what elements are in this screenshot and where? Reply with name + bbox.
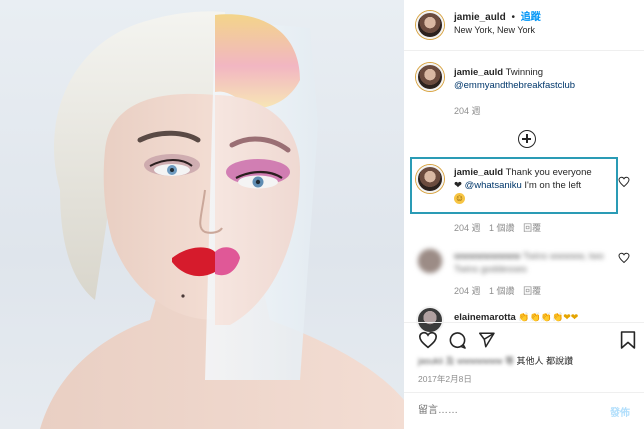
header-separator: • [511,12,515,23]
blurred-comment-heart-icon[interactable] [618,252,630,264]
share-icon[interactable] [477,331,496,349]
highlighted-comment-likes[interactable]: 1 個讚 [489,223,515,233]
highlighted-comment-text: jamie_auld Thank you everyone ❤ @whatsan… [454,166,612,205]
likes-others[interactable]: 其他人 [517,356,544,366]
blurred-comment-body-2: Twins goddesses [454,264,527,275]
actions-divider [404,322,644,323]
highlighted-comment-reply[interactable]: 回覆 [523,223,541,233]
heart-icon[interactable] [418,331,438,349]
follow-button[interactable]: 追蹤 [521,12,541,23]
highlighted-comment-username[interactable]: jamie_auld [454,167,503,178]
caption-username[interactable]: jamie_auld [454,67,503,78]
highlighted-comment-time: 204 週 [454,223,481,233]
post-comment-button[interactable]: 發佈 [610,404,630,419]
comment-icon[interactable] [448,331,467,350]
author-avatar[interactable] [416,11,444,39]
blurred-comment-body: Twins wwwww, two [522,251,604,262]
comment-like-heart-icon[interactable] [618,176,630,188]
liked-by-names[interactable]: jasukii 及 wwwwwww 等 [418,356,514,366]
post-photo[interactable] [0,0,404,429]
smile-emoji: ☺ [454,193,465,204]
caption-text: jamie_auld Twinning @emmyandthebreakfast… [454,66,634,92]
black-heart-glyph: ❤ [454,180,462,191]
caption-mention[interactable]: @emmyandthebreakfastclub [454,80,575,91]
highlighted-comment-mention[interactable]: @whatsaniku [465,180,522,191]
highlighted-comment-avatar[interactable] [416,165,444,193]
input-divider [404,392,644,393]
highlighted-comment-tail: I'm on the left [524,180,582,191]
post-side-panel: jamie_auld • 追蹤 New York, New York jamie… [404,0,644,429]
caption-time: 204 週 [454,106,481,116]
post-location[interactable]: New York, New York [454,25,535,35]
blurred-comment-meta: 204 週 1 個讚 回覆 [454,284,541,297]
post-date: 2017年2月8日 [418,374,472,384]
blurred-comment-likes[interactable]: 1 個讚 [489,286,515,296]
bookmark-icon[interactable] [620,330,636,350]
likes-suffix: 都說讚 [546,356,574,366]
blurred-comment-reply[interactable]: 回覆 [523,286,541,296]
highlighted-comment-body: Thank you everyone [505,167,592,178]
portrait-image [40,11,404,429]
clapping-emojis: 👏👏👏👏❤❤ [518,312,579,322]
likes-summary: jasukii 及 wwwwwww 等 其他人 都說讚 [418,355,573,367]
plus-circle-icon[interactable] [518,130,536,148]
comment-input[interactable] [418,400,598,420]
blurred-comment-time: 204 週 [454,286,481,296]
blurred-comment-avatar[interactable] [416,247,444,275]
header-divider [404,50,644,51]
caption-avatar[interactable] [416,63,444,91]
caption-body: Twinning [505,67,544,78]
post-header: jamie_auld • 追蹤 [454,11,541,24]
author-username[interactable]: jamie_auld [454,12,506,23]
highlighted-comment-meta: 204 週 1 個讚 回覆 [454,221,541,234]
partial-comment-avatar[interactable] [416,306,444,334]
blurred-comment-username[interactable]: wwwwwwwww [454,251,521,262]
blurred-comment-text: wwwwwwwww Twins wwwww, two Twins goddess… [454,250,614,276]
